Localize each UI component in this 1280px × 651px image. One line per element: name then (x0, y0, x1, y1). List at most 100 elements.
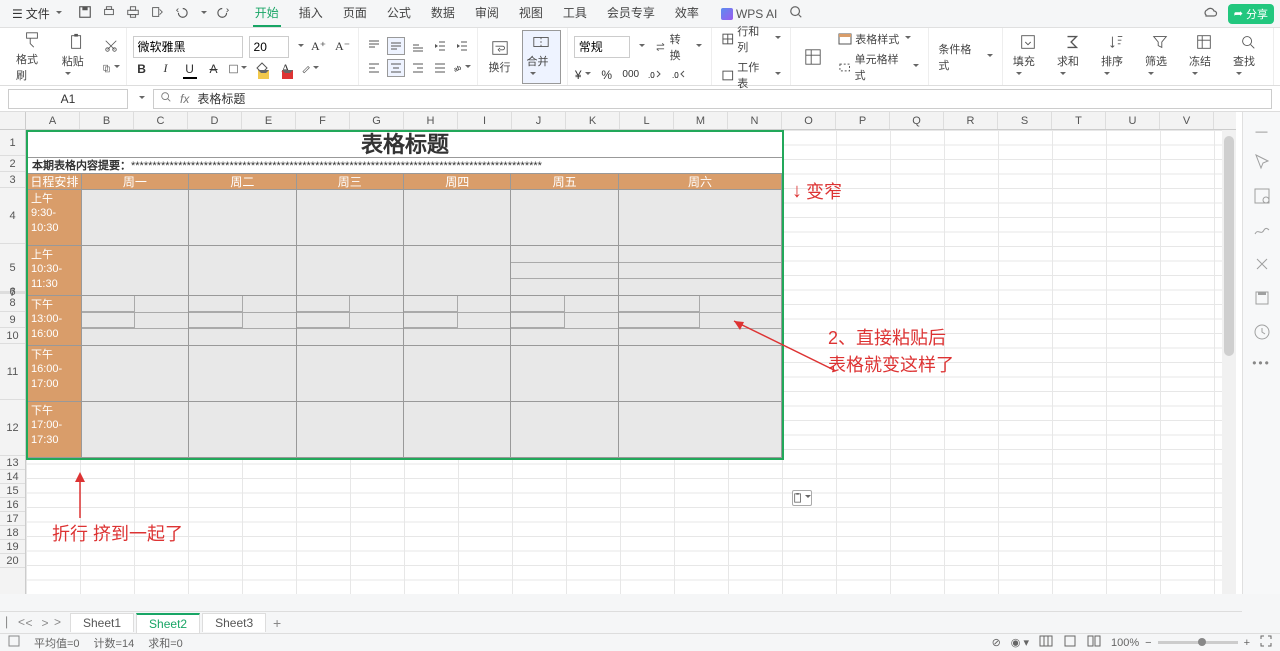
tab-efficiency[interactable]: 效率 (673, 0, 701, 27)
sheet-nav-next[interactable]: > (38, 616, 52, 630)
namebox-dropdown[interactable] (136, 92, 145, 106)
cloud-icon[interactable] (1202, 4, 1218, 23)
view-page-icon[interactable] (1063, 635, 1077, 650)
tab-insert[interactable]: 插入 (297, 0, 325, 27)
col-header-M[interactable]: M (674, 112, 728, 129)
save-icon[interactable] (78, 5, 92, 22)
col-header-I[interactable]: I (458, 112, 512, 129)
orientation-icon[interactable]: ab (453, 59, 471, 77)
data-cell[interactable] (619, 190, 782, 245)
sheet-tab-1[interactable]: Sheet1 (70, 613, 134, 632)
currency-icon[interactable]: ¥ (574, 66, 592, 84)
underline-icon[interactable]: U (181, 60, 199, 78)
view-normal-icon[interactable] (1039, 635, 1053, 650)
data-cell[interactable] (189, 346, 296, 401)
row-header-5[interactable]: 5 (0, 244, 25, 292)
formula-input[interactable]: fx 表格标题 (153, 89, 1272, 109)
font-color-icon[interactable]: A (277, 60, 295, 78)
data-cell[interactable] (297, 346, 404, 401)
col-header-O[interactable]: O (782, 112, 836, 129)
row-header-13[interactable]: 13 (0, 456, 25, 470)
align-left-icon[interactable] (365, 59, 383, 77)
data-cell[interactable] (82, 346, 189, 401)
data-cell[interactable] (619, 402, 782, 457)
zoom-in-icon[interactable]: + (1244, 637, 1250, 649)
file-menu[interactable]: ☰ 文件 (6, 3, 68, 24)
sheet-nav-last[interactable]: >⎹ (54, 615, 68, 630)
data-cell[interactable] (82, 190, 189, 245)
col-header-R[interactable]: R (944, 112, 998, 129)
col-header-J[interactable]: J (512, 112, 566, 129)
time-label-cell[interactable]: 下午 16:00-17:00 (28, 346, 82, 401)
share-button[interactable]: ➦ 分享 (1228, 4, 1274, 24)
data-cell[interactable] (619, 296, 782, 345)
col-header-V[interactable]: V (1160, 112, 1214, 129)
thousands-icon[interactable]: 000 (622, 66, 640, 84)
fill-button[interactable]: 填充 (1009, 31, 1047, 83)
wrap-text-button[interactable]: 换行 (484, 37, 516, 77)
data-cell[interactable] (404, 190, 511, 245)
row-header-1[interactable]: 1 (0, 130, 25, 156)
col-header-P[interactable]: P (836, 112, 890, 129)
col-header-N[interactable]: N (728, 112, 782, 129)
zoom-slider[interactable] (1158, 641, 1238, 644)
data-cell[interactable] (511, 246, 618, 295)
increase-decimal-icon[interactable]: .0 (646, 66, 664, 84)
col-header-H[interactable]: H (404, 112, 458, 129)
data-cell[interactable] (82, 296, 189, 345)
sheet-nav-first[interactable]: ⎸< (6, 615, 20, 630)
print-preview-icon[interactable] (102, 5, 116, 22)
data-cell[interactable] (619, 346, 782, 401)
data-cell[interactable] (82, 246, 189, 295)
time-label-cell[interactable]: 下午 13:00-16:00 (28, 296, 82, 345)
col-header-U[interactable]: U (1106, 112, 1160, 129)
minus-icon[interactable]: — (1256, 124, 1268, 138)
view-eye-icon[interactable]: ◉ ▾ (1011, 636, 1029, 649)
clear-format-icon[interactable] (301, 60, 319, 78)
col-header-S[interactable]: S (998, 112, 1052, 129)
format-painter-button[interactable]: 格式刷 (12, 29, 52, 85)
row-header-11[interactable]: 11 (0, 344, 25, 400)
tab-view[interactable]: 视图 (517, 0, 545, 27)
time-label-cell[interactable]: 上午 10:30-11:30 (28, 246, 82, 295)
data-cell[interactable] (511, 296, 618, 345)
col-header-Q[interactable]: Q (890, 112, 944, 129)
decrease-decimal-icon[interactable]: .0 (670, 66, 688, 84)
row-header-14[interactable]: 14 (0, 470, 25, 484)
decrease-font-icon[interactable]: A⁻ (334, 38, 352, 56)
bold-icon[interactable]: B (133, 60, 151, 78)
data-cell[interactable] (404, 346, 511, 401)
number-format-select[interactable] (574, 36, 630, 58)
row-header-8[interactable]: 8 (0, 294, 25, 312)
fullscreen-icon[interactable] (1260, 635, 1272, 650)
column-headers[interactable]: ABCDEFGHIJKLMNOPQRSTUV (26, 112, 1236, 130)
print-icon[interactable] (126, 5, 140, 22)
strikethrough-icon[interactable]: A (205, 60, 223, 78)
pivot-button[interactable] (797, 46, 829, 68)
tab-tools[interactable]: 工具 (561, 0, 589, 27)
data-cell[interactable] (511, 402, 618, 457)
data-cell[interactable] (297, 402, 404, 457)
row-header-18[interactable]: 18 (0, 526, 25, 540)
col-header-F[interactable]: F (296, 112, 350, 129)
row-header-17[interactable]: 17 (0, 512, 25, 526)
tab-formula[interactable]: 公式 (385, 0, 413, 27)
italic-icon[interactable]: I (157, 60, 175, 78)
row-header-4[interactable]: 4 (0, 188, 25, 244)
row-header-15[interactable]: 15 (0, 484, 25, 498)
border-icon[interactable] (229, 60, 247, 78)
data-cell[interactable] (297, 246, 404, 295)
align-middle-icon[interactable] (387, 37, 405, 55)
row-headers[interactable]: 1234567891011121314151617181920 (0, 130, 26, 594)
cloud-sync-icon[interactable]: ⊘ (992, 636, 1001, 649)
data-cell[interactable] (189, 190, 296, 245)
record-macro-icon[interactable] (8, 635, 20, 650)
select-all-corner[interactable] (0, 112, 26, 130)
sheet-nav-prev[interactable]: < (22, 616, 36, 630)
more-icon[interactable]: ••• (1252, 356, 1271, 370)
fill-color-icon[interactable] (253, 60, 271, 78)
rows-cols-button[interactable]: 行和列 (718, 22, 784, 56)
col-header-E[interactable]: E (242, 112, 296, 129)
align-top-icon[interactable] (365, 37, 383, 55)
data-cell[interactable] (404, 296, 511, 345)
